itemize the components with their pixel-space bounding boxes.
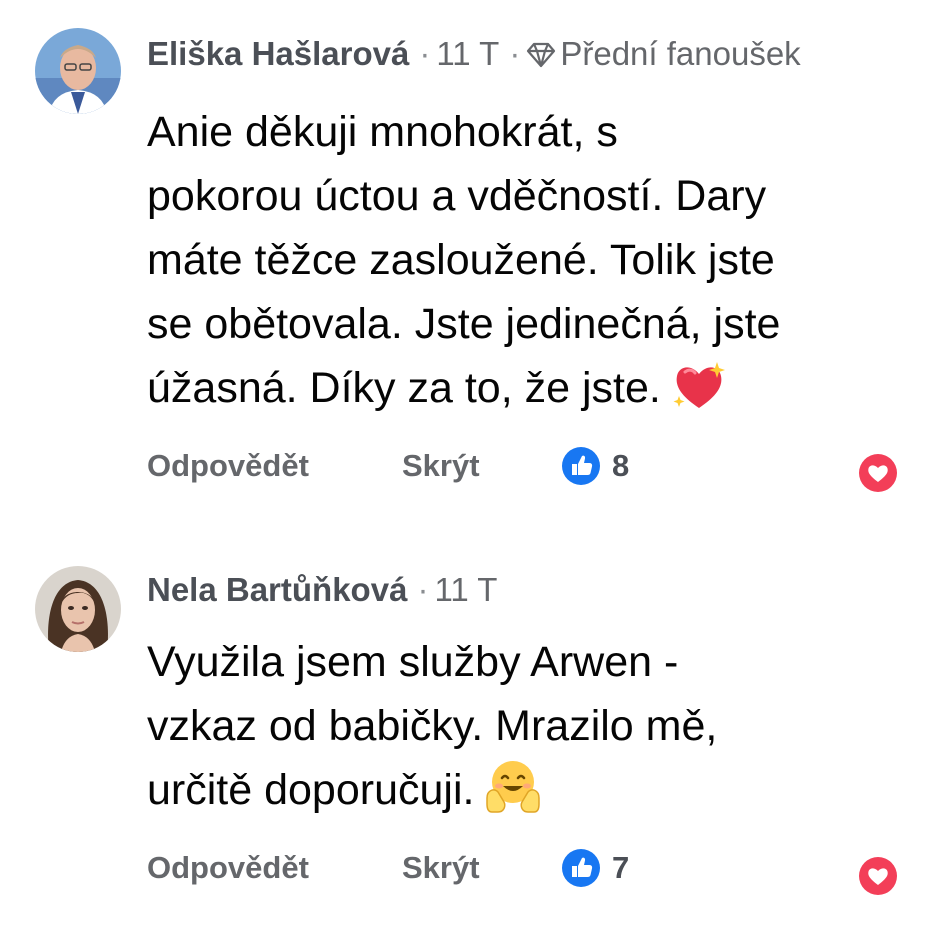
separator: · [417,571,429,608]
comment-meta: Nela Bartůňková · 11 T [147,568,497,612]
sparkling-heart-emoji [671,360,727,430]
avatar[interactable] [35,566,121,652]
comment-text-line: vzkaz od babičky. Mrazilo mě, [147,702,718,750]
comment-text-line-last: úžasná. Díky za to, že jste. [147,356,927,430]
top-fan-badge[interactable]: Přední fanoušek [560,35,800,72]
avatar[interactable] [35,28,121,114]
comment-body: Anie děkuji mnohokrát, s pokorou úctou a… [147,100,927,430]
comment-text-line-last: určitě doporučuji. [147,758,927,832]
comment-meta: Eliška Hašlarová · 11 T · Přední fanoušek [147,32,801,76]
avatar-photo [35,28,121,114]
comment-text-line: Využila jsem služby Arwen - [147,638,679,686]
author-name[interactable]: Nela Bartůňková [147,571,407,608]
reply-button[interactable]: Odpovědět [147,844,309,892]
comment-text-line: Anie děkuji mnohokrát, s [147,108,618,156]
heart-react-icon[interactable] [858,453,898,493]
comment-text-line: určitě doporučuji. [147,766,475,814]
separator: · [509,35,521,72]
comment-text-line: úžasná. Díky za to, že jste. [147,364,661,412]
comment-body: Využila jsem služby Arwen - vzkaz od bab… [147,630,927,832]
comment-text-line: máte těžce zasloužené. Tolik jste [147,236,775,284]
diamond-icon [526,35,556,79]
like-count: 8 [612,448,630,483]
timestamp[interactable]: 11 T [434,571,497,608]
thumbs-up-icon [562,447,600,485]
thumbs-up-icon [562,849,600,887]
timestamp[interactable]: 11 T [436,35,499,72]
heart-react-icon[interactable] [858,856,898,896]
comment: Nela Bartůňková · 11 T Využila jsem služby… [0,520,945,931]
separator: · [419,35,431,72]
author-name[interactable]: Eliška Hašlarová [147,35,409,72]
comment-text-line: se obětovala. Jste jedinečná, jste [147,300,781,348]
comment-text-line: pokorou úctou a vděčností. Dary [147,172,767,220]
hide-button[interactable]: Skrýt [402,442,480,490]
hide-button[interactable]: Skrýt [402,844,480,892]
like-count: 7 [612,850,630,885]
comment: Eliška Hašlarová · 11 T · Přední fanoušek An… [0,0,945,520]
avatar-photo [35,566,121,652]
hugging-face-emoji [484,758,542,832]
reply-button[interactable]: Odpovědět [147,442,309,490]
